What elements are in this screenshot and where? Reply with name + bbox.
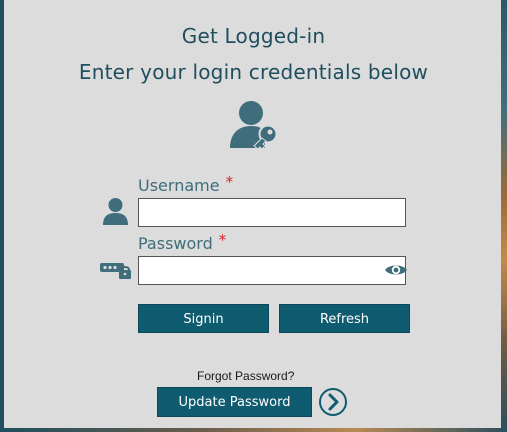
user-icon — [103, 198, 128, 225]
update-password-button[interactable]: Update Password — [157, 387, 312, 417]
password-required-mark: * — [218, 231, 227, 249]
forgot-password-link[interactable]: Forgot Password? — [197, 369, 294, 383]
refresh-button[interactable]: Refresh — [279, 304, 410, 333]
background-edge-bottom — [0, 428, 507, 432]
password-lock-icon — [100, 263, 131, 279]
username-input[interactable] — [138, 198, 406, 227]
password-label: Password * — [138, 231, 227, 253]
signin-button[interactable]: Signin — [138, 304, 269, 333]
page-title: Get Logged-in — [181, 24, 326, 48]
eye-icon[interactable] — [384, 263, 408, 277]
username-label-text: Username — [138, 176, 220, 195]
username-required-mark: * — [225, 173, 234, 191]
password-input[interactable] — [138, 256, 406, 285]
page-subtitle: Enter your login credentials below — [78, 60, 429, 84]
username-label: Username * — [138, 173, 234, 195]
chevron-right-circle-icon[interactable] — [318, 387, 348, 417]
user-key-icon — [230, 101, 278, 150]
password-label-text: Password — [138, 234, 213, 253]
